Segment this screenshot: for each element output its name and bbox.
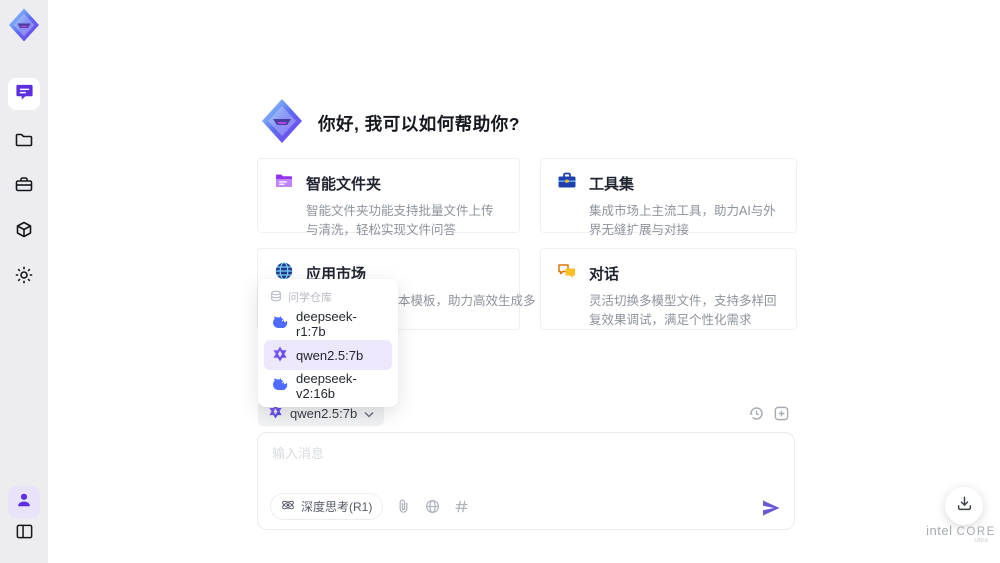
card-desc: 智能文件夹功能支持批量文件上传与清洗，轻松实现文件问答	[306, 204, 494, 237]
deep-think-toggle[interactable]: 深度思考(R1)	[270, 493, 384, 520]
card-desc: 灵活切换多模型文件，支持多样回复效果调试，满足个性化需求	[589, 294, 777, 327]
model-option-deepseek-v2[interactable]: deepseek-v2:16b	[264, 371, 392, 401]
message-composer: 深度思考(R1)	[257, 432, 795, 530]
chevron-down-icon	[364, 406, 374, 421]
download-icon	[956, 495, 973, 517]
user-icon	[15, 491, 33, 514]
model-selector-label: qwen2.5:7b	[290, 405, 358, 421]
model-option-deepseek-r1[interactable]: deepseek-r1:7b	[264, 309, 392, 339]
chat-icon	[15, 82, 34, 106]
card-dialog[interactable]: 对话 灵活切换多模型文件，支持多样回复效果调试，满足个性化需求	[540, 248, 797, 330]
app-logo	[6, 7, 42, 43]
toolset-icon	[557, 171, 577, 196]
ultra-label: Ultra	[974, 537, 988, 544]
dialog-icon	[557, 261, 577, 286]
model-dropdown: 问学仓库 deepseek-r1:7b qwen2.5:7b deepseek-…	[258, 279, 398, 407]
composer-toolbar: 深度思考(R1)	[270, 493, 470, 520]
sidebar-item-toolbox[interactable]	[8, 171, 40, 203]
sidebar-item-models[interactable]	[8, 216, 40, 248]
card-title: 智能文件夹	[306, 176, 382, 193]
gear-icon	[14, 265, 34, 290]
card-smart-folder[interactable]: 智能文件夹 智能文件夹功能支持批量文件上传与清洗，轻松实现文件问答	[257, 158, 520, 237]
card-title: 对话	[589, 266, 620, 283]
card-title: 工具集	[589, 176, 635, 193]
card-desc: 集成市场上主流工具，助力AI与外界无缝扩展与对接	[589, 204, 776, 237]
send-icon[interactable]	[760, 497, 782, 519]
model-option-label: qwen2.5:7b	[296, 347, 364, 363]
sidebar-item-settings[interactable]	[8, 261, 40, 293]
model-option-qwen[interactable]: qwen2.5:7b	[264, 340, 392, 370]
greeting-logo	[258, 97, 306, 150]
app-window: 你好, 我可以如何帮助你? 智能文件夹 智能文件夹功能支持批量文件上传与清洗，轻…	[0, 0, 1000, 563]
card-toolset[interactable]: 工具集 集成市场上主流工具，助力AI与外界无缝扩展与对接	[540, 158, 797, 237]
toolbox-icon	[14, 175, 34, 200]
dropdown-header: 问学仓库	[264, 285, 392, 308]
repo-icon	[270, 290, 282, 305]
attachment-icon[interactable]	[396, 498, 412, 515]
deep-think-label: 深度思考(R1)	[301, 500, 373, 514]
intel-wordmark: intel	[926, 523, 953, 538]
globe-icon[interactable]	[425, 499, 441, 515]
download-button[interactable]	[945, 487, 983, 525]
qwen-icon	[272, 346, 288, 365]
sidebar	[0, 0, 48, 563]
model-option-label: deepseek-r1:7b	[296, 309, 357, 339]
sidebar-item-profile[interactable]	[8, 486, 40, 518]
card-desc-partial: 本模板，助力高效生成多	[398, 294, 536, 308]
intel-core-badge: intel core Ultra	[926, 523, 996, 544]
folder-icon	[14, 130, 34, 155]
history-icon[interactable]	[748, 405, 765, 422]
message-input[interactable]	[272, 443, 752, 491]
panel-icon	[15, 522, 34, 546]
deepseek-icon	[272, 377, 288, 396]
sidebar-item-chat[interactable]	[8, 78, 40, 110]
new-chat-icon[interactable]	[773, 405, 790, 422]
sidebar-item-panel-toggle[interactable]	[8, 518, 40, 550]
greeting-text: 你好, 我可以如何帮助你?	[318, 114, 520, 134]
dropdown-header-label: 问学仓库	[288, 292, 332, 304]
deepseek-icon	[272, 315, 288, 334]
cube-icon	[14, 220, 34, 245]
hash-icon[interactable]	[454, 499, 470, 515]
atom-icon	[281, 498, 295, 515]
greeting: 你好, 我可以如何帮助你?	[258, 97, 520, 150]
model-option-label: deepseek-v2:16b	[296, 371, 357, 401]
sidebar-item-folders[interactable]	[8, 126, 40, 158]
smart-folder-icon	[274, 171, 294, 196]
